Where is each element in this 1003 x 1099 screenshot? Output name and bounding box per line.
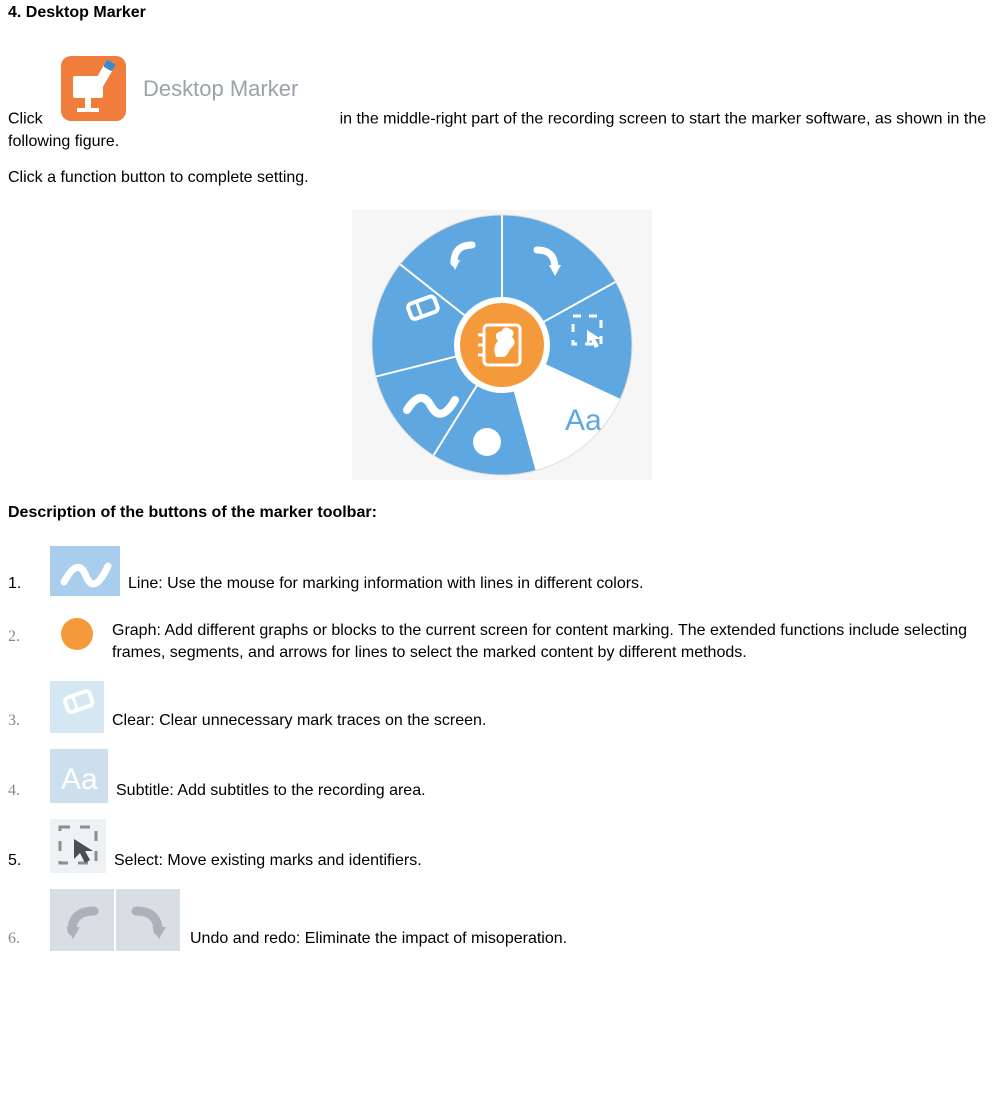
- description-heading: Description of the buttons of the marker…: [8, 504, 995, 522]
- item-text: Subtitle: Add subtitles to the recording…: [116, 780, 995, 802]
- item-text: Select: Move existing marks and identifi…: [114, 850, 995, 872]
- select-icon: [50, 819, 106, 873]
- intro-paragraph-2: Click a function button to complete sett…: [8, 167, 995, 189]
- intro-paragraph-1: Click Desktop Marker in the middle-right…: [8, 46, 995, 153]
- item-number: 2.: [8, 612, 50, 648]
- item-text: Graph: Add different graphs or blocks to…: [112, 612, 995, 665]
- list-item: 6. Undo and redo: Eliminate the impact o…: [8, 889, 995, 951]
- item-number: 3.: [8, 710, 50, 732]
- radial-menu-figure: Aa: [8, 210, 995, 480]
- svg-text:Aa: Aa: [565, 404, 602, 437]
- list-item: 4. Aa Subtitle: Add subtitles to the rec…: [8, 749, 995, 803]
- item-number: 5.: [8, 850, 50, 872]
- list-item: 2. Graph: Add different graphs or blocks…: [8, 612, 995, 665]
- toolbar-button-list: 1. Line: Use the mouse for marking infor…: [8, 546, 995, 951]
- item-number: 4.: [8, 780, 50, 802]
- desktop-marker-label: Desktop Marker: [143, 76, 298, 101]
- item-text: Undo and redo: Eliminate the impact of m…: [190, 928, 995, 950]
- list-item: 3. Clear: Clear unnecessary mark traces …: [8, 681, 995, 733]
- item-text: Clear: Clear unnecessary mark traces on …: [112, 710, 995, 732]
- undo-redo-icon: [50, 889, 182, 951]
- item-number: 1.: [8, 573, 50, 595]
- list-item: 1. Line: Use the mouse for marking infor…: [8, 546, 995, 596]
- section-heading: 4. Desktop Marker: [8, 4, 995, 22]
- list-item: 5. Select: Move existing marks and ident…: [8, 819, 995, 873]
- svg-text:Aa: Aa: [61, 763, 98, 796]
- intro-text-prefix: Click: [8, 111, 43, 128]
- subtitle-icon: Aa: [50, 749, 108, 803]
- line-icon: [50, 546, 120, 596]
- clear-icon: [50, 681, 104, 733]
- graph-icon: [50, 612, 104, 656]
- item-text: Line: Use the mouse for marking informat…: [128, 573, 995, 595]
- desktop-marker-icon: Desktop Marker: [51, 46, 331, 131]
- item-number: 6.: [8, 928, 50, 950]
